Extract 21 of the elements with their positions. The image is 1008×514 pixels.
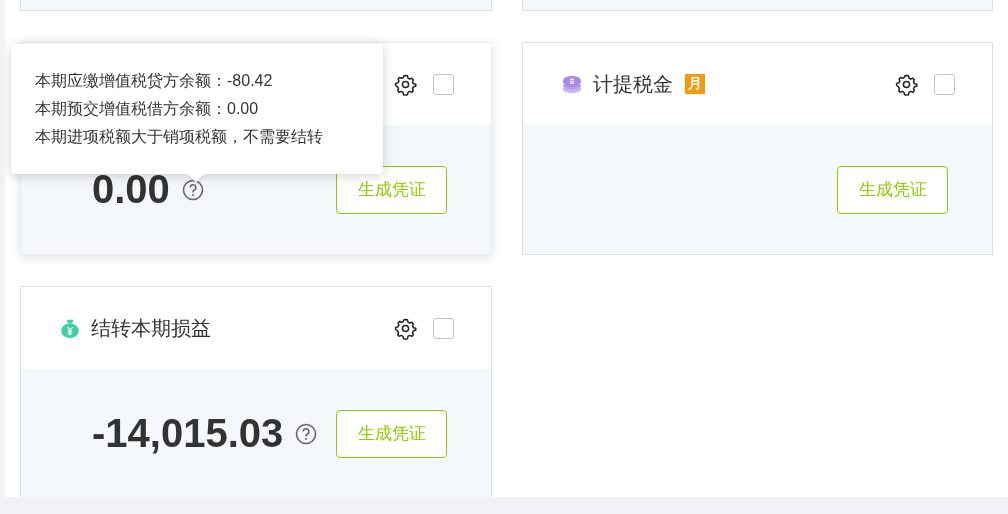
settings-icon[interactable] (394, 316, 417, 340)
help-icon[interactable] (295, 422, 318, 445)
amount-value: -14,015.03 (92, 411, 284, 456)
tooltip-text: 本期预交增值税借方余额：0.00 (35, 99, 260, 119)
settings-icon[interactable] (394, 72, 417, 96)
generate-voucher-button[interactable]: 生成凭证 (837, 165, 948, 214)
generate-voucher-button[interactable]: 生成凭证 (336, 409, 447, 458)
checkbox[interactable] (433, 317, 454, 339)
checkbox[interactable] (433, 73, 454, 95)
tooltip-text: 本期进项税额大于销项税额，不需要结转 (35, 127, 324, 147)
coin-stack-icon (561, 73, 583, 95)
tooltip-text: 本期应缴增值税贷方余额：-80.42 (35, 71, 274, 91)
settings-icon[interactable] (895, 72, 918, 96)
card-title: 结转本期损益 (91, 315, 211, 341)
money-bag-icon (59, 317, 81, 339)
card-title: 计提税金 (593, 71, 673, 97)
help-icon[interactable] (181, 178, 204, 201)
generate-voucher-button[interactable]: 生成凭证 (336, 165, 447, 214)
amount-value: 0.00 (92, 167, 170, 212)
month-badge: 月 (685, 74, 705, 94)
checkbox[interactable] (934, 73, 955, 95)
